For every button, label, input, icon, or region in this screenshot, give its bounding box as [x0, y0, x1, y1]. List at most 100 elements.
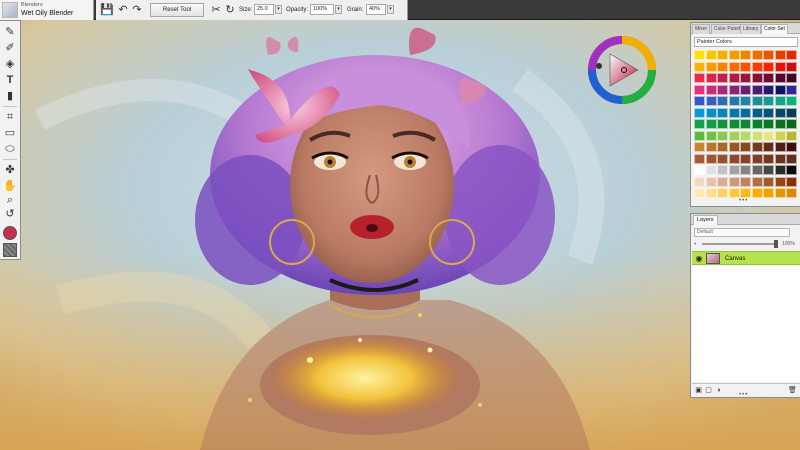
- color-swatch[interactable]: [786, 61, 797, 72]
- color-swatch[interactable]: [717, 73, 728, 83]
- color-swatch[interactable]: [786, 50, 797, 60]
- color-swatch[interactable]: [786, 107, 797, 118]
- color-swatch[interactable]: [705, 153, 717, 164]
- opacity-field[interactable]: 100%: [310, 4, 334, 15]
- color-swatch[interactable]: [763, 84, 774, 95]
- color-set-library-name[interactable]: Painter Colors: [694, 37, 798, 47]
- color-swatch[interactable]: [705, 73, 717, 83]
- brush-tool-icon[interactable]: ✎: [2, 24, 18, 40]
- color-swatch[interactable]: [751, 188, 763, 198]
- layer-row-canvas[interactable]: ◉ Canvas: [692, 251, 800, 265]
- color-swatch[interactable]: [717, 142, 728, 152]
- color-swatch[interactable]: [694, 176, 705, 187]
- color-swatch[interactable]: [763, 96, 774, 106]
- color-swatch[interactable]: [740, 165, 751, 175]
- tab-layers[interactable]: Layers: [693, 215, 718, 225]
- canvas-artwork[interactable]: [0, 0, 800, 450]
- color-swatch[interactable]: [751, 73, 763, 83]
- color-swatch[interactable]: [740, 61, 751, 72]
- color-swatch[interactable]: [694, 119, 705, 129]
- color-swatch[interactable]: [705, 84, 717, 95]
- color-swatch[interactable]: [717, 188, 728, 198]
- color-swatch[interactable]: [763, 142, 774, 152]
- color-swatch[interactable]: [728, 50, 740, 60]
- layer-opacity-slider-track[interactable]: [702, 243, 776, 245]
- color-swatch[interactable]: [694, 153, 705, 164]
- color-swatch[interactable]: [717, 130, 728, 141]
- color-swatch[interactable]: [763, 50, 774, 60]
- color-swatch[interactable]: [774, 165, 786, 175]
- grain-field[interactable]: 40%: [366, 4, 386, 15]
- brush-selector[interactable]: Blenders Wet Oily Blender: [0, 0, 94, 20]
- color-swatch[interactable]: [694, 107, 705, 118]
- color-swatch[interactable]: [740, 188, 751, 198]
- brush-thumbnail[interactable]: [2, 2, 18, 18]
- color-swatch[interactable]: [705, 61, 717, 72]
- color-swatch[interactable]: [774, 130, 786, 141]
- color-swatch[interactable]: [728, 119, 740, 129]
- color-swatch[interactable]: [740, 73, 751, 83]
- layer-mask-icon[interactable]: ◑: [714, 386, 723, 395]
- color-swatch[interactable]: [751, 84, 763, 95]
- grain-dropdown[interactable]: ▾: [387, 5, 394, 14]
- color-swatch[interactable]: [786, 142, 797, 152]
- color-swatch[interactable]: [717, 50, 728, 60]
- panel-resize-grip[interactable]: •••: [739, 198, 748, 204]
- color-swatch[interactable]: [705, 119, 717, 129]
- color-swatch[interactable]: [717, 119, 728, 129]
- eye-icon[interactable]: ◉: [694, 253, 704, 265]
- color-swatch[interactable]: [694, 73, 705, 83]
- color-swatch[interactable]: [728, 73, 740, 83]
- layer-list-area[interactable]: [692, 266, 800, 382]
- color-swatch[interactable]: [705, 107, 717, 118]
- color-swatch[interactable]: [774, 96, 786, 106]
- layer-opacity-slider-thumb[interactable]: [774, 240, 778, 248]
- color-swatch[interactable]: [763, 107, 774, 118]
- transform-tool-icon[interactable]: ✤: [2, 162, 18, 178]
- tab-library[interactable]: Library: [740, 24, 762, 34]
- color-swatch[interactable]: [763, 61, 774, 72]
- color-swatch[interactable]: [728, 188, 740, 198]
- color-swatch[interactable]: [717, 153, 728, 164]
- color-swatch[interactable]: [740, 142, 751, 152]
- color-swatch[interactable]: [763, 165, 774, 175]
- tab-color-set[interactable]: Color Set: [761, 24, 788, 34]
- color-swatch[interactable]: [763, 73, 774, 83]
- color-swatch[interactable]: [786, 176, 797, 187]
- color-swatch[interactable]: [774, 61, 786, 72]
- color-swatch[interactable]: [694, 61, 705, 72]
- color-swatch[interactable]: [740, 130, 751, 141]
- color-swatch[interactable]: [740, 107, 751, 118]
- panel-resize-grip[interactable]: •••: [739, 392, 748, 398]
- brush-settings-icon[interactable]: ✂: [209, 3, 223, 17]
- brush-category[interactable]: Blenders: [21, 2, 43, 8]
- size-field[interactable]: 25.0: [254, 4, 274, 15]
- color-swatch[interactable]: [751, 176, 763, 187]
- color-swatch[interactable]: [751, 107, 763, 118]
- color-swatch[interactable]: [786, 84, 797, 95]
- layer-name[interactable]: Canvas: [725, 253, 745, 265]
- color-swatch[interactable]: [705, 176, 717, 187]
- color-swatch[interactable]: [694, 84, 705, 95]
- tab-mixer[interactable]: Mixer: [692, 24, 711, 34]
- color-swatch[interactable]: [763, 130, 774, 141]
- color-swatch[interactable]: [763, 153, 774, 164]
- color-swatch[interactable]: [751, 119, 763, 129]
- rectangle-select-tool-icon[interactable]: ▭: [2, 125, 18, 141]
- color-swatch[interactable]: [786, 130, 797, 141]
- color-swatch[interactable]: [774, 84, 786, 95]
- color-swatch[interactable]: [740, 50, 751, 60]
- rotate-tool-icon[interactable]: ↺: [2, 206, 18, 222]
- color-swatch[interactable]: [740, 153, 751, 164]
- color-swatch[interactable]: [763, 119, 774, 129]
- save-icon[interactable]: 💾: [100, 3, 114, 17]
- hue-ring-handle[interactable]: [596, 63, 602, 69]
- color-swatch[interactable]: [763, 176, 774, 187]
- color-swatch[interactable]: [751, 142, 763, 152]
- color-swatch[interactable]: [728, 130, 740, 141]
- undo-icon[interactable]: ↶: [116, 3, 130, 17]
- redo-icon[interactable]: ↷: [130, 3, 144, 17]
- reset-tool-button[interactable]: Reset Tool: [150, 3, 204, 17]
- color-swatch[interactable]: [694, 130, 705, 141]
- stroke-link-icon[interactable]: ↻: [223, 3, 237, 17]
